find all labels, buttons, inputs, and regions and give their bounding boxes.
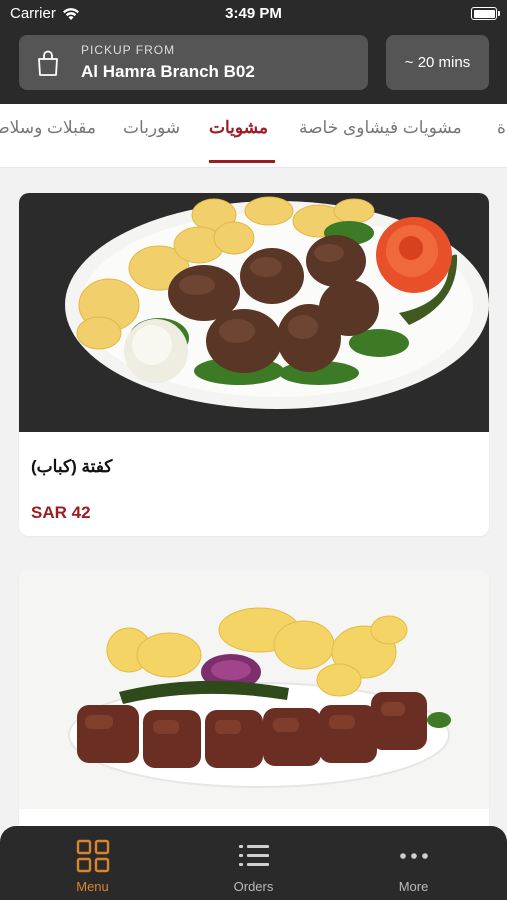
tab-orders-label: Orders <box>233 879 274 894</box>
eta-button[interactable]: ~ 20 mins <box>386 35 489 90</box>
header: Carrier 3:49 PM PICKUP FROM Al Hamra Bra… <box>0 0 507 104</box>
menu-item-name-text: كفتة (كباب) <box>31 457 113 476</box>
menu-item-card[interactable]: كفتة (كباب) SAR 42 <box>19 193 489 536</box>
list-icon <box>238 845 269 866</box>
tab-next[interactable]: ة <box>497 118 506 138</box>
battery-icon <box>471 7 500 20</box>
pickup-selector[interactable]: PICKUP FROM Al Hamra Branch B02 <box>19 35 368 90</box>
menu-list[interactable]: كفتة (كباب) SAR 42 <box>0 168 507 826</box>
bottom-tab-bar: Menu Orders More <box>0 826 507 900</box>
pickup-branch: Al Hamra Branch B02 <box>81 62 255 81</box>
kofta-kebab-image <box>19 193 489 432</box>
menu-item-price: SAR 42 <box>31 503 91 522</box>
tab-more-label: More <box>398 879 429 894</box>
tab-soups[interactable]: شوربات <box>123 118 180 138</box>
category-tabs: مقبلات وسلاطات شوربات مشويات مشويات فيشا… <box>0 104 507 168</box>
more-icon <box>399 853 428 859</box>
tab-more[interactable]: More <box>329 826 498 900</box>
status-bar: Carrier 3:49 PM <box>0 0 507 30</box>
menu-item-card[interactable] <box>19 570 489 826</box>
grid-icon <box>76 839 109 873</box>
tab-menu[interactable]: Menu <box>8 826 177 900</box>
status-time: 3:49 PM <box>225 5 282 22</box>
tab-menu-label: Menu <box>76 879 109 894</box>
pickup-label: PICKUP FROM <box>81 43 176 57</box>
tab-special-grills[interactable]: مشويات فيشاوى خاصة <box>299 118 462 138</box>
grilled-meat-image <box>19 570 489 809</box>
menu-item-name: كفتة (كباب) <box>19 457 489 477</box>
active-tab-indicator <box>209 160 275 163</box>
tab-grills[interactable]: مشويات <box>209 118 268 138</box>
shopping-bag-icon <box>38 50 58 76</box>
tab-appetizers[interactable]: مقبلات وسلاطات <box>0 118 96 138</box>
tab-orders[interactable]: Orders <box>169 826 338 900</box>
